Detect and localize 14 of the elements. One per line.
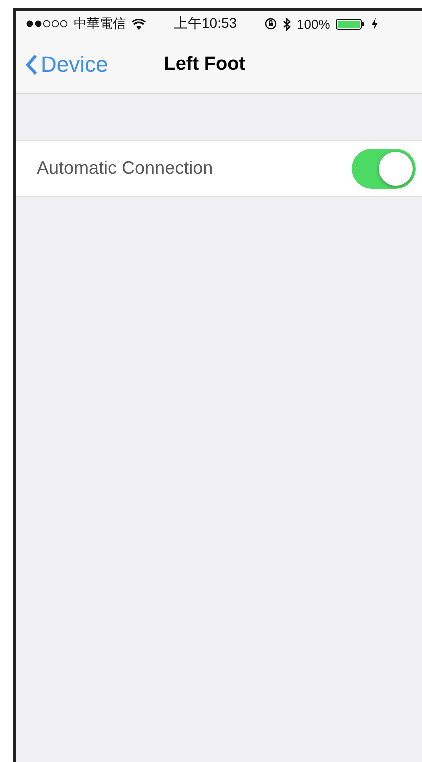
screen-title: Left Foot: [164, 54, 246, 76]
bluetooth-icon: [283, 18, 292, 30]
rotation-lock-icon: [265, 18, 278, 30]
charging-icon: [372, 18, 378, 30]
toggle-switch[interactable]: [352, 148, 416, 188]
wifi-icon: [132, 18, 146, 30]
chevron-left-icon: [26, 54, 38, 76]
battery-percent: 100%: [297, 16, 330, 32]
setting-label: Automatic Connection: [37, 158, 214, 179]
carrier-name: 中華電信: [74, 15, 126, 33]
battery-icon: [336, 18, 366, 30]
signal-icon: [26, 20, 68, 28]
clock-time: 上午10:53: [174, 15, 238, 33]
back-button[interactable]: Device: [26, 52, 108, 78]
